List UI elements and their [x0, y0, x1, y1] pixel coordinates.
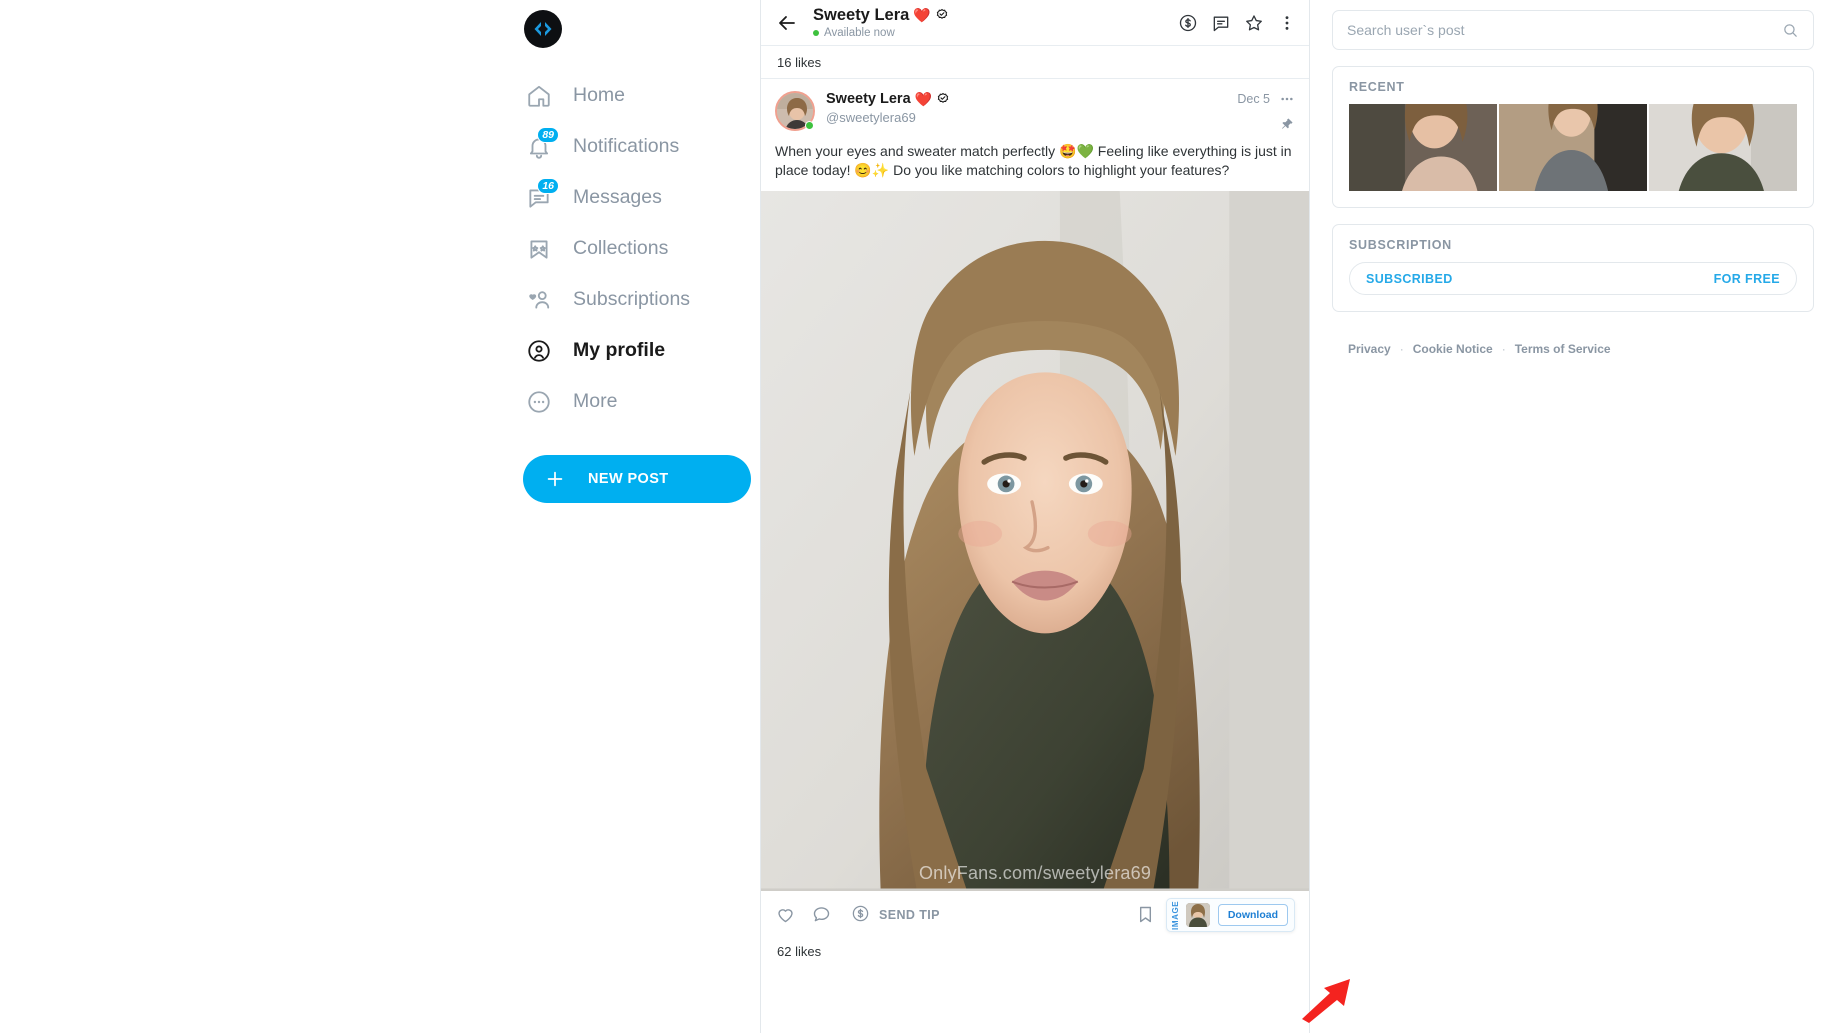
availability-status: Available now: [813, 27, 1178, 39]
action-right-group: IMAGE Download: [1135, 897, 1295, 932]
sidebar-item-home[interactable]: Home: [522, 70, 760, 121]
profile-circle-icon: [522, 334, 556, 368]
post-thumbnail: [1185, 902, 1210, 927]
post-author-row: Sweety Lera ❤️ @sweetylera69 Dec 5: [761, 79, 1309, 131]
message-header-icon[interactable]: [1211, 13, 1231, 33]
sidebar-item-label: More: [573, 390, 618, 412]
bottom-likes-count: 62 likes: [777, 944, 822, 960]
post-column: Sweety Lera ❤️ Available now 16 likes Sw…: [760, 0, 1310, 1033]
search-icon[interactable]: [1782, 22, 1799, 39]
bookmark-icon[interactable]: [1135, 904, 1156, 925]
sidebar-item-label: Subscriptions: [573, 288, 691, 310]
footer-link-cookie-notice[interactable]: Cookie Notice: [1413, 342, 1493, 356]
post-header: Sweety Lera ❤️ Available now: [761, 0, 1309, 46]
new-post-button[interactable]: NEW POST: [523, 455, 751, 503]
plus-icon: [544, 468, 566, 490]
right-sidebar: RECENT: [1310, 0, 1830, 1033]
subscription-pill[interactable]: SUBSCRIBED FOR FREE: [1349, 262, 1797, 295]
search-input[interactable]: [1347, 22, 1782, 38]
header-profile-name: Sweety Lera ❤️: [813, 6, 1178, 24]
post-author-handle[interactable]: @sweetylera69: [826, 110, 1237, 125]
post-date: Dec 5: [1237, 92, 1270, 106]
post-action-bar: SEND TIP IMAGE Download: [761, 891, 1309, 938]
author-meta: Sweety Lera ❤️ @sweetylera69: [826, 91, 1237, 131]
sidebar-item-label: Messages: [573, 186, 662, 208]
horizontal-dots-icon[interactable]: [1279, 91, 1295, 107]
ellipsis-circle-icon: [522, 385, 556, 419]
bell-icon: 89: [522, 126, 559, 164]
post-card: Sweety Lera ❤️ @sweetylera69 Dec 5 When …: [761, 78, 1309, 959]
header-actions: [1178, 13, 1297, 33]
send-tip-label: SEND TIP: [879, 907, 940, 922]
recent-thumb-1[interactable]: [1349, 104, 1497, 191]
header-name-text: Sweety Lera: [813, 6, 910, 25]
sidebar-item-label: Collections: [573, 237, 669, 259]
app-root: Home 89 Notifications 16 Messages Collec…: [0, 0, 1830, 1033]
footer-link-privacy[interactable]: Privacy: [1348, 342, 1391, 356]
sidebar-item-subscriptions[interactable]: Subscriptions: [522, 274, 760, 325]
recent-card: RECENT: [1332, 66, 1814, 208]
verified-badge-icon: [936, 9, 947, 20]
online-dot-icon: [813, 29, 819, 36]
sidebar-item-label: My profile: [573, 339, 666, 361]
messages-badge: 16: [537, 177, 559, 194]
vertical-dots-icon[interactable]: [1277, 13, 1297, 33]
pin-icon: [1280, 117, 1294, 131]
action-left-group: SEND TIP: [775, 904, 940, 925]
subscription-title: SUBSCRIPTION: [1349, 238, 1452, 252]
post-text: When your eyes and sweater match perfect…: [775, 143, 1292, 178]
post-author-name[interactable]: Sweety Lera ❤️: [826, 91, 1237, 108]
message-icon: 16: [522, 177, 559, 215]
download-button[interactable]: Download: [1217, 903, 1288, 926]
star-icon[interactable]: [1244, 13, 1264, 33]
footer-link-terms-of-service[interactable]: Terms of Service: [1515, 342, 1611, 356]
heart-icon[interactable]: [775, 904, 796, 925]
post-meta-right: Dec 5: [1237, 91, 1295, 131]
heart-emoji: ❤️: [913, 6, 931, 23]
home-icon: [522, 79, 556, 113]
comment-icon[interactable]: [811, 904, 832, 925]
search-card: [1332, 10, 1814, 50]
dollar-circle-icon[interactable]: [1178, 13, 1198, 33]
author-name-text: Sweety Lera: [826, 91, 911, 107]
avatar[interactable]: [775, 91, 815, 131]
sidebar-item-messages[interactable]: 16 Messages: [522, 172, 760, 223]
recent-title: RECENT: [1349, 80, 1405, 94]
back-arrow-icon[interactable]: [775, 11, 799, 35]
new-post-label: NEW POST: [588, 471, 669, 487]
footer-separator: ·: [1399, 342, 1404, 356]
avatar-online-dot: [805, 121, 814, 130]
header-titles: Sweety Lera ❤️ Available now: [813, 6, 1178, 39]
recent-thumbs: [1333, 104, 1813, 207]
bookmark-star-icon: [522, 232, 556, 266]
date-row: Dec 5: [1237, 91, 1295, 107]
heart-emoji: ❤️: [914, 91, 933, 108]
recent-thumb-2[interactable]: [1499, 104, 1647, 191]
left-sidebar: Home 89 Notifications 16 Messages Collec…: [0, 0, 760, 1033]
footer-links: Privacy · Cookie Notice · Terms of Servi…: [1332, 328, 1814, 356]
download-type-label: IMAGE: [1170, 900, 1180, 930]
recent-thumb-3[interactable]: [1649, 104, 1797, 191]
sidebar-item-more[interactable]: More: [522, 376, 760, 427]
dollar-circle-icon: [851, 904, 872, 925]
send-tip-button[interactable]: SEND TIP: [851, 904, 940, 925]
verified-badge-icon: [937, 93, 949, 104]
download-popover: IMAGE Download: [1165, 897, 1295, 932]
availability-text: Available now: [824, 26, 895, 39]
top-likes-count: 16 likes: [777, 55, 822, 70]
post-image[interactable]: OnlyFans.com/sweetylera69: [761, 191, 1309, 892]
sidebar-item-label: Notifications: [573, 135, 680, 157]
code-brackets-logo[interactable]: [524, 10, 562, 48]
sidebar-item-collections[interactable]: Collections: [522, 223, 760, 274]
subscription-card: SUBSCRIPTION SUBSCRIBED FOR FREE: [1332, 224, 1814, 312]
subscription-status: SUBSCRIBED: [1366, 271, 1453, 286]
sidebar-item-notifications[interactable]: 89 Notifications: [522, 121, 760, 172]
sidebar-item-my-profile[interactable]: My profile: [522, 325, 760, 376]
subscription-price: FOR FREE: [1713, 271, 1780, 286]
footer-separator: ·: [1501, 342, 1506, 356]
sidebar-item-label: Home: [573, 84, 626, 106]
notifications-badge: 89: [537, 126, 559, 143]
user-heart-icon: [522, 283, 556, 317]
